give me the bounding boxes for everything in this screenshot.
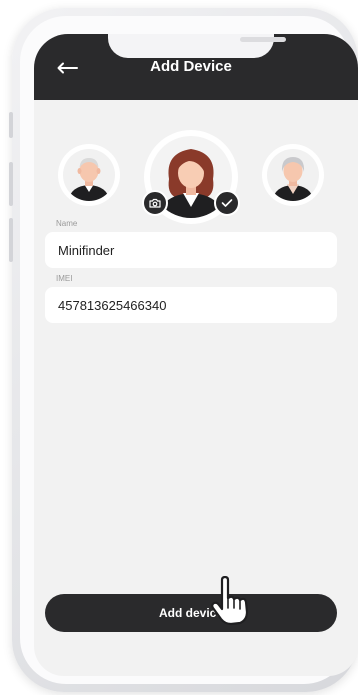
phone-notch (108, 34, 286, 58)
name-field-label: Name (56, 219, 78, 228)
avatar-elderly-woman[interactable] (262, 144, 324, 206)
app-screen: Add Device Name Minifinder IMEI 45781362… (34, 34, 358, 676)
phone-speaker (240, 37, 286, 42)
camera-icon (149, 198, 161, 208)
add-device-button[interactable]: Add device (45, 594, 337, 632)
selected-avatar-check (214, 190, 240, 216)
checkmark-icon (221, 199, 233, 207)
arrow-left-icon (57, 62, 78, 74)
change-photo-button[interactable] (142, 190, 168, 216)
elderly-man-icon (63, 149, 115, 201)
hand-pointer-icon (211, 576, 249, 626)
app-screenshot: Add Device Name Minifinder IMEI 45781362… (0, 0, 358, 695)
elderly-woman-icon (267, 149, 319, 201)
phone-volume-up (9, 162, 13, 206)
avatar-elderly-man[interactable] (58, 144, 120, 206)
page-title: Add Device (150, 58, 232, 75)
header-bar: Add Device (34, 34, 358, 100)
name-field[interactable]: Minifinder (45, 232, 337, 268)
avatar-picker (34, 124, 358, 224)
imei-field[interactable]: 457813625466340 (45, 287, 337, 323)
phone-side-button (9, 112, 13, 138)
imei-field-label: IMEI (56, 274, 73, 283)
back-button[interactable] (52, 56, 82, 80)
phone-volume-down (9, 218, 13, 262)
